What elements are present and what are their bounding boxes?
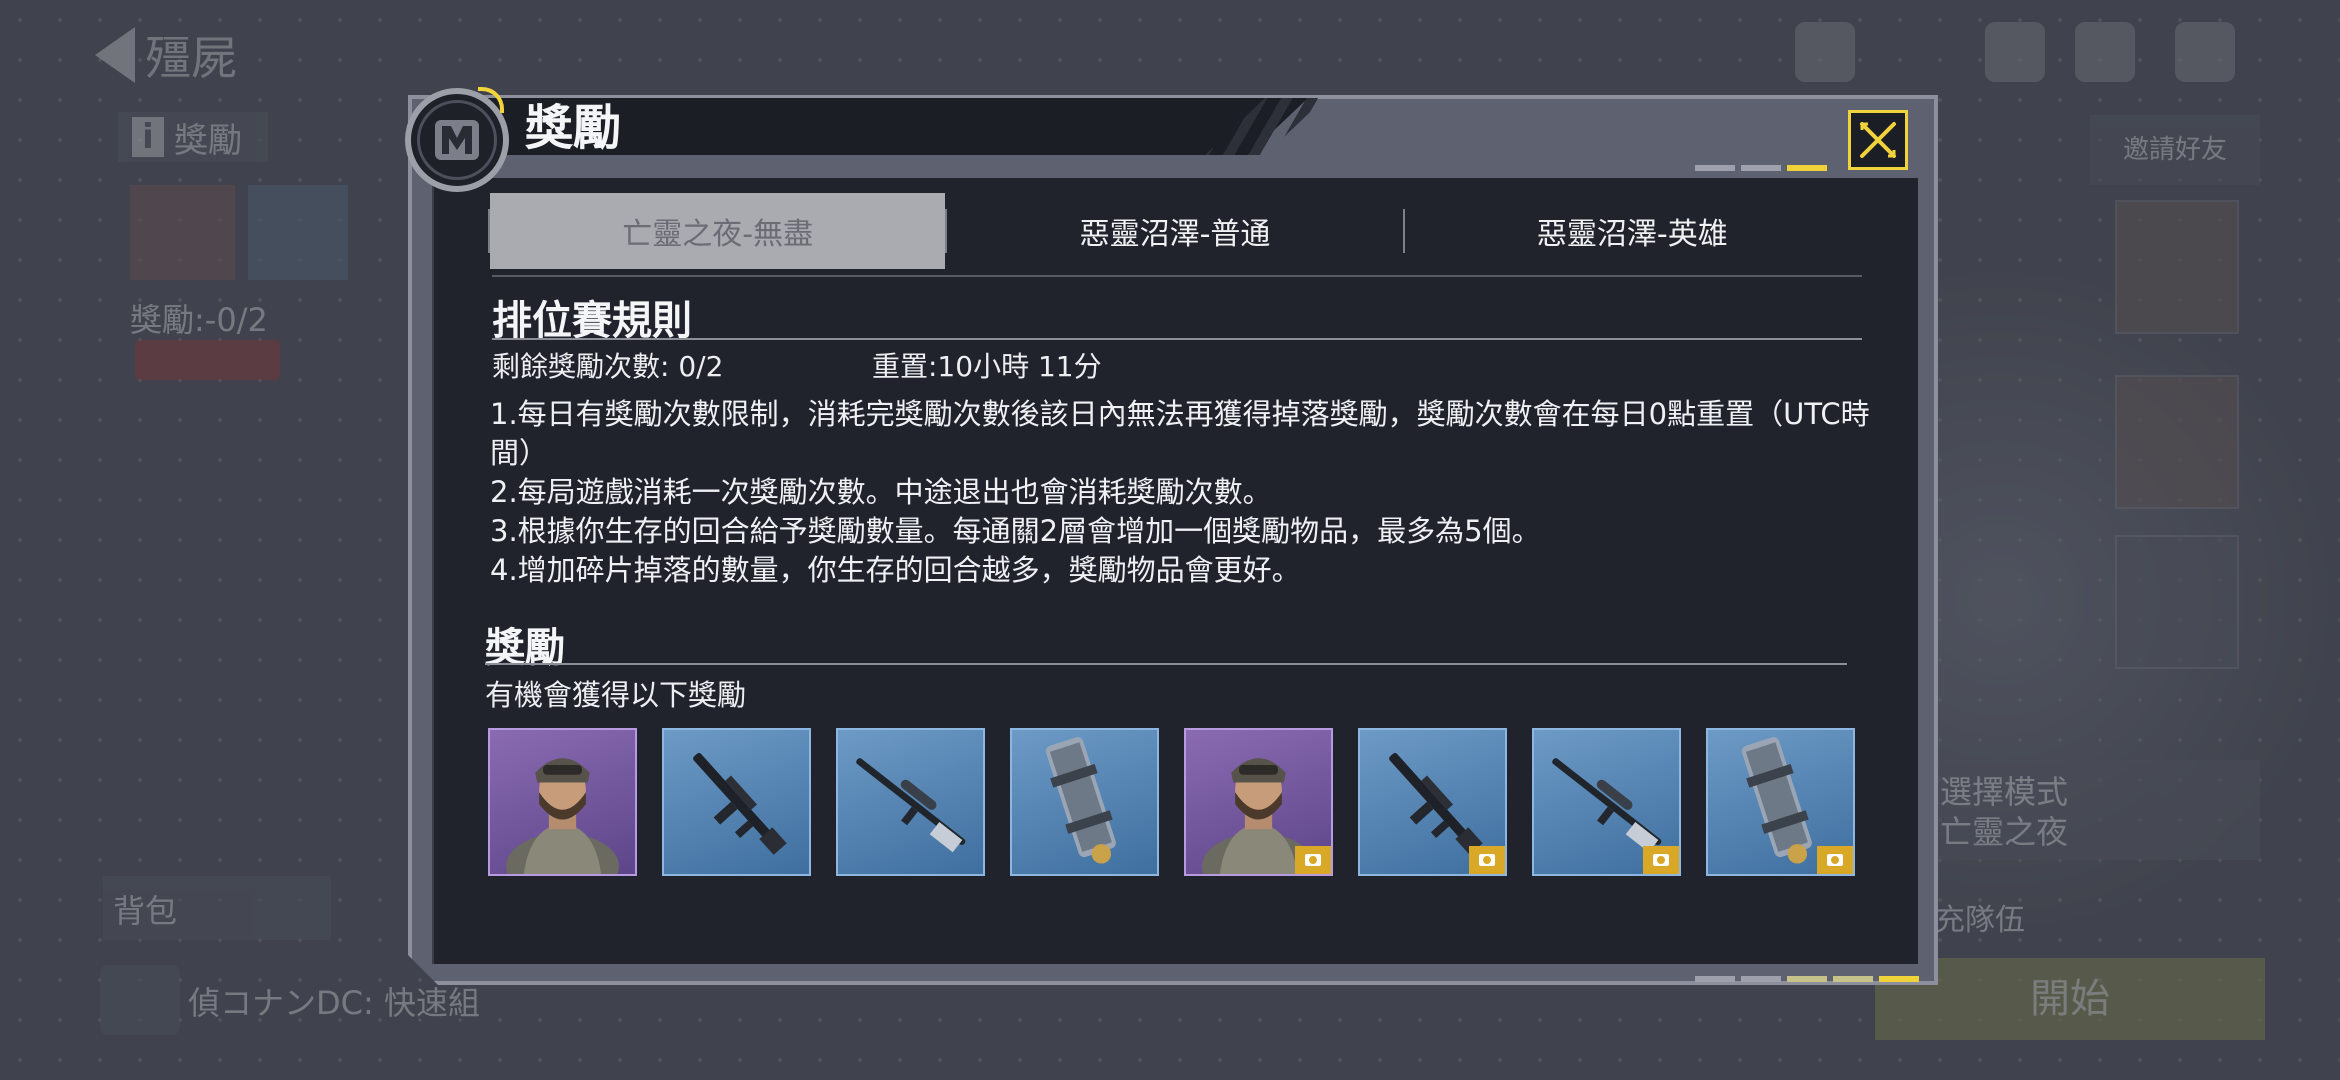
close-icon — [1860, 122, 1896, 158]
rule-item: 4.增加碎片掉落的數量，你生存的回合越多，獎勵物品會更好。 — [490, 553, 1301, 587]
reward-item[interactable] — [488, 728, 637, 876]
fragment-badge-icon — [1817, 846, 1853, 874]
dialog-title: 獎勵 — [525, 100, 622, 156]
assault-rifle-icon — [693, 753, 787, 855]
close-button[interactable] — [1848, 110, 1908, 170]
reset-timer: 重置:10小時 11分 — [872, 350, 1102, 383]
tab-label: 惡靈沼澤-普通 — [1079, 217, 1271, 252]
tab-undead-night-endless[interactable]: 亡靈之夜-無盡 — [490, 193, 946, 269]
reward-item[interactable] — [1706, 728, 1855, 876]
tab-evil-swamp-hero[interactable]: 惡靈沼澤-英雄 — [1405, 193, 1860, 269]
reward-item[interactable] — [1184, 728, 1333, 876]
rewards-heading-divider — [485, 663, 1847, 665]
launcher-icon — [1045, 737, 1116, 864]
remaining-rewards: 剩餘獎勵次數: 0/2 — [492, 350, 724, 383]
tab-label: 亡靈之夜-無盡 — [622, 217, 814, 252]
reward-item[interactable] — [836, 728, 985, 876]
sniper-rifle-icon — [856, 758, 966, 853]
rule-item: 2.每局遊戲消耗一次獎勵次數。中途退出也會消耗獎勵次數。 — [490, 475, 1272, 509]
soldier-portrait-icon — [506, 758, 619, 874]
tab-evil-swamp-normal[interactable]: 惡靈沼澤-普通 — [947, 193, 1402, 269]
fragment-badge-icon — [1643, 846, 1679, 874]
rules-list: 1.每日有獎勵次數限制，消耗完獎勵次數後該日內無法再獲得掉落獎勵，獎勵次數會在每… — [490, 395, 1880, 590]
reward-item[interactable] — [1532, 728, 1681, 876]
footer-page-indicator — [1695, 976, 1919, 982]
reward-item[interactable] — [1358, 728, 1507, 876]
fragment-badge-icon — [1469, 846, 1505, 874]
tab-bar: 亡靈之夜-無盡 惡靈沼澤-普通 惡靈沼澤-英雄 — [488, 193, 1860, 269]
reward-items — [488, 728, 1855, 876]
rules-heading-divider — [492, 338, 1862, 340]
rule-item: 3.根據你生存的回合給予獎勵數量。每通關2層會增加一個獎勵物品，最多為5個。 — [490, 514, 1541, 548]
reward-item[interactable] — [1010, 728, 1159, 876]
rule-item: 1.每日有獎勵次數限制，消耗完獎勵次數後該日內無法再獲得掉落獎勵，獎勵次數會在每… — [490, 397, 1870, 470]
fragment-badge-icon — [1295, 846, 1331, 874]
reward-item[interactable] — [662, 728, 811, 876]
tab-label: 惡靈沼澤-英雄 — [1536, 217, 1728, 252]
tab-underline — [492, 275, 1862, 277]
rewards-subtitle: 有機會獲得以下獎勵 — [485, 678, 747, 712]
header-page-indicator — [1695, 165, 1827, 171]
